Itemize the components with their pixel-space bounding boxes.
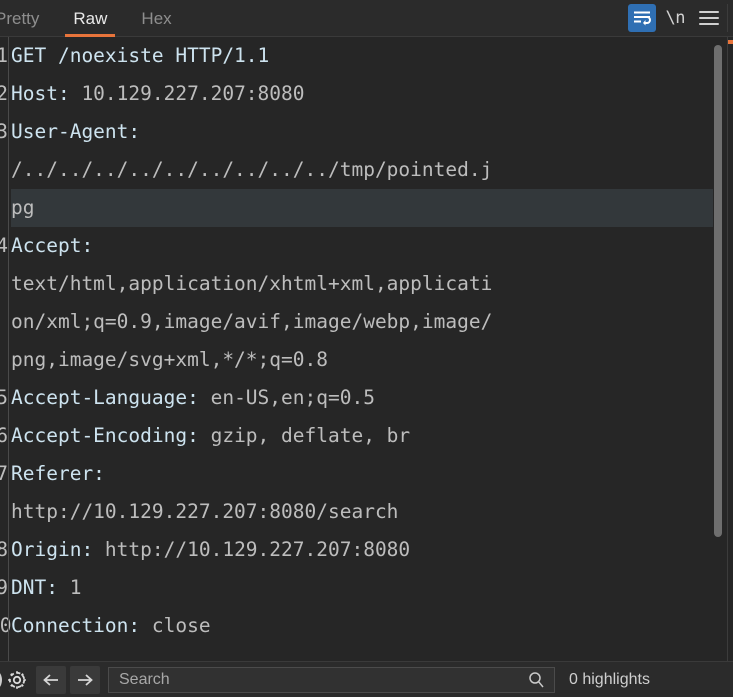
editor-menu-button[interactable]	[695, 4, 723, 32]
code-line[interactable]: Accept-Language: en-US,en;q=0.5	[11, 379, 713, 417]
code-line[interactable]: pg	[11, 189, 713, 227]
word-wrap-toggle[interactable]	[627, 4, 656, 32]
line-number: 10	[0, 614, 12, 637]
header-value: 1	[57, 576, 82, 599]
code-line[interactable]: Referer:	[11, 455, 713, 493]
line-number: 2	[0, 82, 8, 105]
header-name: Accept:	[11, 234, 94, 257]
line-number: 8	[0, 538, 8, 561]
code-line[interactable]: Origin: http://10.129.227.207:8080	[11, 531, 713, 569]
search-icon	[527, 670, 546, 689]
line-number: 3	[0, 120, 8, 143]
line-number: 6	[0, 424, 8, 447]
header-value: http://10.129.227.207:8080/search	[11, 500, 399, 523]
line-number	[0, 265, 8, 303]
gear-icon	[8, 670, 26, 689]
header-value: close	[140, 614, 211, 637]
search-prev-button[interactable]	[36, 665, 66, 694]
code-line[interactable]: User-Agent:	[11, 113, 713, 151]
line-number	[0, 493, 8, 531]
highlight-count: 0 highlights	[569, 670, 650, 688]
show-newlines-toggle[interactable]: \n	[665, 8, 686, 28]
scrollbar-thumb[interactable]	[714, 45, 722, 537]
line-number: 5	[0, 386, 8, 409]
header-name: Accept-Language:	[11, 386, 199, 409]
tabbar-right-divider	[727, 4, 728, 32]
header-value: /../../../../../../../../../tmp/pointed.…	[11, 158, 493, 181]
search-placeholder: Search	[119, 670, 170, 688]
tab-pretty-label: Pretty	[0, 8, 40, 28]
search-settings-button[interactable]	[2, 666, 32, 694]
header-name: Origin:	[11, 538, 94, 561]
editor-tool-group: \n	[627, 4, 733, 32]
tab-raw[interactable]: Raw	[56, 0, 124, 37]
code-line[interactable]: on/xml;q=0.9,image/avif,image/webp,image…	[11, 303, 713, 341]
arrow-right-icon	[78, 673, 93, 686]
line-number: 4	[0, 234, 8, 257]
header-value: 10.129.227.207:8080	[69, 82, 305, 105]
line-number: 9	[0, 576, 8, 599]
header-value: http://10.129.227.207:8080	[93, 538, 411, 561]
editor-vertical-scrollbar[interactable]	[714, 37, 722, 661]
header-value: text/html,application/xhtml+xml,applicat…	[11, 272, 493, 295]
hamburger-icon	[699, 11, 719, 25]
burp-message-editor: Pretty Raw Hex \n 1 2 3 4 5 6 7 8 9 0 GE…	[0, 0, 733, 697]
header-value: png,image/svg+xml,*/*;q=0.8	[11, 348, 328, 371]
header-name: GET /noexiste HTTP/1.1	[11, 44, 270, 67]
request-editor[interactable]: 1 2 3 4 5 6 7 8 9 10 GET /noexiste HTTP/1.1 Host: …	[0, 37, 733, 661]
view-mode-tabs: Pretty Raw Hex	[0, 0, 189, 37]
code-line[interactable]: GET /noexiste HTTP/1.1	[11, 37, 713, 75]
header-name: User-Agent:	[11, 120, 141, 143]
code-line[interactable]: png,image/svg+xml,*/*;q=0.8	[11, 341, 713, 379]
line-number: 7	[0, 462, 8, 485]
editor-right-divider	[727, 37, 728, 661]
magnifier-icon	[529, 671, 544, 687]
code-line[interactable]: Connection: close	[11, 607, 713, 645]
request-text[interactable]: GET /noexiste HTTP/1.1 Host: 10.129.227.2…	[11, 37, 713, 645]
code-line[interactable]: http://10.129.227.207:8080/search	[11, 493, 713, 531]
tab-pretty[interactable]: Pretty	[0, 0, 56, 37]
arrow-left-icon	[43, 673, 58, 686]
header-value: en-US,en;q=0.5	[198, 386, 375, 409]
code-line[interactable]: Host: 10.129.227.207:8080	[11, 75, 713, 113]
header-value: gzip, deflate, br	[198, 424, 411, 447]
header-name: DNT:	[11, 576, 58, 599]
code-line[interactable]: /../../../../../../../../../tmp/pointed.…	[11, 151, 713, 189]
line-number-gutter: 1 2 3 4 5 6 7 8 9 10	[0, 37, 12, 645]
tab-hex-label: Hex	[141, 8, 172, 28]
header-name: Referer:	[11, 462, 105, 485]
editor-searchbar: Search 0 highlights	[0, 661, 733, 697]
line-number	[0, 151, 8, 189]
code-line[interactable]: Accept:	[11, 227, 713, 265]
code-line[interactable]: text/html,application/xhtml+xml,applicat…	[11, 265, 713, 303]
header-name: Connection:	[11, 614, 141, 637]
newline-label: \n	[665, 8, 686, 28]
header-name: Accept-Encoding:	[11, 424, 199, 447]
line-number: 1	[0, 44, 8, 67]
line-number	[0, 189, 8, 227]
code-line[interactable]: Accept-Encoding: gzip, deflate, br	[11, 417, 713, 455]
editor-surface: 1 2 3 4 5 6 7 8 9 10 GET /noexiste HTTP/1.1 Host: …	[0, 37, 733, 661]
line-number	[0, 303, 8, 341]
gutter-divider	[8, 37, 9, 661]
line-number	[0, 341, 8, 379]
search-next-button[interactable]	[70, 665, 100, 694]
header-name: Host:	[11, 82, 70, 105]
search-input[interactable]: Search	[108, 666, 555, 693]
header-value: pg	[11, 196, 35, 219]
word-wrap-icon	[633, 11, 651, 26]
tab-raw-label: Raw	[73, 8, 108, 28]
editor-tabbar: Pretty Raw Hex \n	[0, 0, 733, 37]
tab-hex[interactable]: Hex	[124, 0, 188, 37]
header-value: on/xml;q=0.9,image/avif,image/webp,image…	[11, 310, 493, 333]
code-line[interactable]: DNT: 1	[11, 569, 713, 607]
